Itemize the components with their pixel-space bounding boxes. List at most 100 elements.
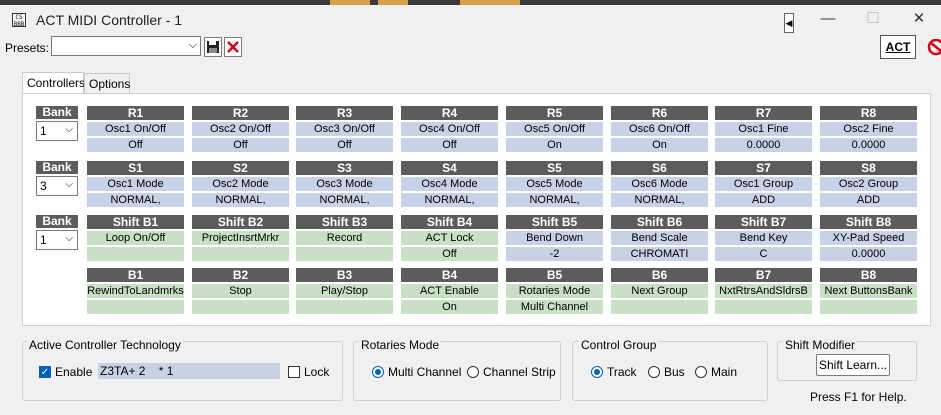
main-radio[interactable] xyxy=(695,366,707,378)
act-button[interactable]: ACT xyxy=(880,35,916,59)
controller-param-name[interactable]: Bend Key xyxy=(715,231,812,245)
controller-param-value[interactable]: Off xyxy=(296,138,393,152)
controller-param-name[interactable]: Rotaries Mode xyxy=(506,284,603,298)
controller-param-value[interactable] xyxy=(296,300,393,314)
presets-dropdown[interactable]: ⌵ xyxy=(51,36,201,56)
disable-button[interactable] xyxy=(925,35,941,59)
minimize-button[interactable]: — xyxy=(805,7,851,31)
controller-param-name[interactable]: Record xyxy=(296,231,393,245)
controller-param-name[interactable]: Osc5 Mode xyxy=(506,177,603,191)
controller-param-name[interactable]: Next Group xyxy=(611,284,708,298)
controller-param-value[interactable] xyxy=(192,300,289,314)
controller-param-name[interactable]: Loop On/Off xyxy=(87,231,184,245)
bank-dropdown[interactable]: 3 ⌵ xyxy=(36,176,78,196)
controller-param-value[interactable] xyxy=(192,247,289,261)
controller-param-name[interactable]: NxtRtrsAndSldrsB xyxy=(715,284,812,298)
lock-label: Lock xyxy=(304,365,330,379)
controller-param-value[interactable]: 0.0000 xyxy=(820,247,917,261)
controller-param-name[interactable]: Osc5 On/Off xyxy=(506,122,603,136)
controller-param-value[interactable]: C xyxy=(715,247,812,261)
controller-param-value[interactable]: 0.0000 xyxy=(820,138,917,152)
controller-param-name[interactable]: Bend Down xyxy=(506,231,603,245)
controller-param-value[interactable]: NORMAL, xyxy=(296,193,393,207)
shift-learn-button[interactable]: Shift Learn... xyxy=(816,354,890,376)
lock-checkbox[interactable] xyxy=(288,366,300,378)
controller-param-value[interactable]: NORMAL, xyxy=(192,193,289,207)
controller-param-value[interactable]: NORMAL, xyxy=(506,193,603,207)
controller-param-name[interactable]: ACT Lock xyxy=(401,231,498,245)
title-bar: CS BBB ACT MIDI Controller - 1 ◀ — ☐ ✕ xyxy=(0,5,941,33)
controller-param-value[interactable]: NORMAL, xyxy=(401,193,498,207)
controller-param-value[interactable]: Multi Channel xyxy=(506,300,603,314)
controller-param-name[interactable]: Osc2 Group xyxy=(820,177,917,191)
controller-param-value[interactable] xyxy=(87,300,184,314)
controller-param-value[interactable]: Off xyxy=(401,247,498,261)
maximize-button[interactable]: ☐ xyxy=(850,7,896,31)
controller-param-name[interactable]: Osc1 Group xyxy=(715,177,812,191)
track-radio[interactable] xyxy=(591,366,603,378)
controller-param-value[interactable]: CHROMATI xyxy=(611,247,708,261)
controller-header: Shift B7 xyxy=(715,215,812,229)
controller-param-value[interactable]: On xyxy=(401,300,498,314)
controller-param-value[interactable]: 0.0000 xyxy=(715,138,812,152)
controller-param-name[interactable]: Next ButtonsBank xyxy=(820,284,917,298)
controller-param-value[interactable]: On xyxy=(611,138,708,152)
controller-param-value[interactable] xyxy=(820,300,917,314)
controller-param-value[interactable]: NORMAL, xyxy=(87,193,184,207)
controller-param-value[interactable]: Off xyxy=(87,138,184,152)
floppy-disk-icon xyxy=(207,41,219,53)
controller-header: R2 xyxy=(192,106,289,120)
controller-param-name[interactable]: Osc1 On/Off xyxy=(87,122,184,136)
controller-param-name[interactable]: Osc6 Mode xyxy=(611,177,708,191)
bank-value: 1 xyxy=(40,124,47,138)
controller-param-value[interactable]: -2 xyxy=(506,247,603,261)
save-preset-button[interactable] xyxy=(204,37,222,57)
controller-param-value[interactable] xyxy=(611,300,708,314)
delete-preset-button[interactable] xyxy=(224,37,242,57)
controller-param-name[interactable]: Osc2 Mode xyxy=(192,177,289,191)
controller-param-name[interactable]: Osc1 Fine xyxy=(715,122,812,136)
controller-param-name[interactable]: Osc3 Mode xyxy=(296,177,393,191)
controller-param-value[interactable]: On xyxy=(506,138,603,152)
controller-param-name[interactable]: Osc3 On/Off xyxy=(296,122,393,136)
controller-param-value[interactable]: ADD xyxy=(715,193,812,207)
controller-param-name[interactable]: Osc2 Fine xyxy=(820,122,917,136)
controller-param-name[interactable]: Play/Stop xyxy=(296,284,393,298)
controller-param-value[interactable] xyxy=(715,300,812,314)
close-button[interactable]: ✕ xyxy=(896,7,941,31)
tab-controllers[interactable]: Controllers xyxy=(22,72,85,93)
collapse-arrow-icon[interactable]: ◀ xyxy=(784,13,794,33)
controller-param-name[interactable]: Stop xyxy=(192,284,289,298)
channel-strip-radio[interactable] xyxy=(467,366,479,378)
controller-param-name[interactable]: ACT Enable xyxy=(401,284,498,298)
rotaries-mode-title: Rotaries Mode xyxy=(359,338,442,352)
control-group-title: Control Group xyxy=(579,338,659,352)
controller-param-name[interactable]: Osc4 On/Off xyxy=(401,122,498,136)
red-x-icon xyxy=(227,41,239,53)
controller-param-name[interactable]: Osc1 Mode xyxy=(87,177,184,191)
controller-param-value[interactable] xyxy=(296,247,393,261)
enable-checkbox[interactable]: ✓ xyxy=(39,366,51,378)
bank-dropdown[interactable]: 1 ⌵ xyxy=(36,121,78,141)
controller-param-name[interactable]: RewindToLandmrks xyxy=(87,284,184,298)
multi-channel-radio[interactable] xyxy=(372,366,384,378)
controller-param-value[interactable]: Off xyxy=(401,138,498,152)
bus-radio[interactable] xyxy=(648,366,660,378)
controller-header: B6 xyxy=(611,268,708,282)
controller-param-value[interactable]: Off xyxy=(192,138,289,152)
controller-param-value[interactable] xyxy=(87,247,184,261)
controller-param-name[interactable]: Osc6 On/Off xyxy=(611,122,708,136)
controller-param-name[interactable]: XY-Pad Speed xyxy=(820,231,917,245)
tab-options[interactable]: Options xyxy=(84,73,130,93)
controller-param-value[interactable]: ADD xyxy=(820,193,917,207)
controller-param-name[interactable]: Osc2 On/Off xyxy=(192,122,289,136)
controller-header: Shift B2 xyxy=(192,215,289,229)
controller-header: B4 xyxy=(401,268,498,282)
controller-param-name[interactable]: Osc4 Mode xyxy=(401,177,498,191)
no-entry-icon xyxy=(927,38,941,56)
controller-param-name[interactable]: ProjectInsrtMrkr xyxy=(192,231,289,245)
controller-param-value[interactable]: NORMAL, xyxy=(611,193,708,207)
bank-dropdown[interactable]: 1 ⌵ xyxy=(36,230,78,250)
controller-param-name[interactable]: Bend Scale xyxy=(611,231,708,245)
bus-label: Bus xyxy=(664,365,685,379)
